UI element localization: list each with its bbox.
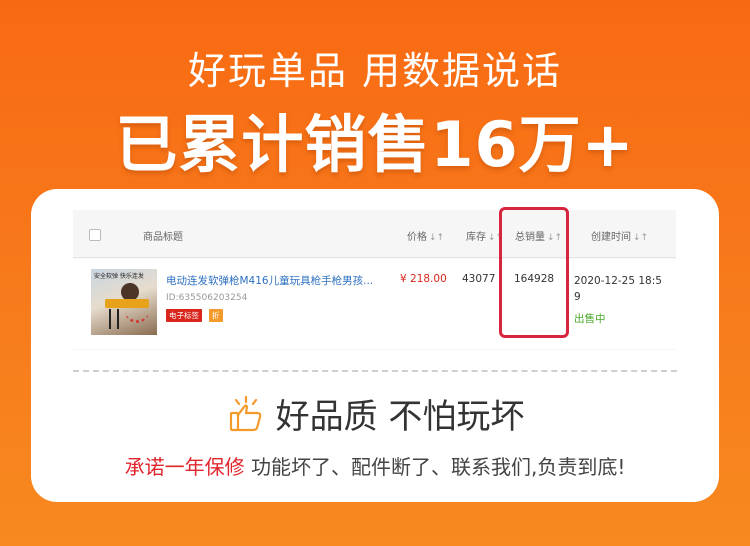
column-title: 商品标题: [143, 228, 183, 243]
thumbnail-toy-gun: [105, 299, 149, 308]
column-price[interactable]: 价格 ↓↑: [407, 228, 444, 243]
product-id: ID:635506203254: [166, 293, 248, 303]
product-thumbnail[interactable]: 安全软弹 快乐连发: [91, 269, 157, 335]
thumbnail-ammo-belt: [125, 309, 149, 323]
sort-icon[interactable]: ↓↑: [429, 233, 444, 243]
table-header: 商品标题 价格 ↓↑ 库存 ↓↑ 总销量 ↓↑ 创建时间 ↓↑: [73, 210, 676, 258]
product-table: 商品标题 价格 ↓↑ 库存 ↓↑ 总销量 ↓↑ 创建时间 ↓↑ 安全软弹 快乐连发: [73, 210, 676, 350]
product-created-time: 2020-12-25 18:59: [574, 275, 662, 303]
banner-headline: 已累计销售16万+: [115, 108, 635, 181]
sort-icon[interactable]: ↓↑: [633, 233, 648, 243]
discount-badge: 折: [209, 309, 223, 322]
column-stock-label: 库存: [466, 232, 486, 243]
product-stock: 43077: [462, 273, 496, 285]
product-title-link[interactable]: 电动连发软弹枪M416儿童玩具枪手枪男孩...: [166, 273, 391, 288]
electronic-tag-badge: 电子标签: [166, 309, 202, 322]
product-status: 出售中: [574, 313, 606, 325]
content-card: 商品标题 价格 ↓↑ 库存 ↓↑ 总销量 ↓↑ 创建时间 ↓↑ 安全软弹 快乐连发: [31, 189, 719, 502]
quality-text: 好品质 不怕玩坏: [275, 397, 525, 437]
column-stock[interactable]: 库存 ↓↑: [466, 228, 503, 243]
column-title-label: 商品标题: [143, 232, 183, 243]
column-created[interactable]: 创建时间 ↓↑: [591, 228, 648, 243]
banner-subtitle: 好玩单品 用数据说话: [187, 49, 563, 93]
column-price-label: 价格: [407, 232, 427, 243]
quality-slogan: 好品质 不怕玩坏: [31, 389, 719, 438]
warranty-detail: 功能坏了、配件断了、联系我们,负责到底!: [244, 455, 626, 479]
thumbnail-caption: 安全软弹 快乐连发: [94, 273, 144, 280]
dashed-divider: [73, 370, 677, 372]
warranty-promise: 承诺一年保修 功能坏了、配件断了、联系我们,负责到底!: [31, 451, 719, 480]
thumbnail-stand: [109, 309, 119, 329]
column-created-label: 创建时间: [591, 232, 631, 243]
select-all-checkbox[interactable]: [89, 229, 101, 241]
product-price: ¥ 218.00: [400, 273, 447, 285]
warranty-highlight: 承诺一年保修: [124, 455, 245, 479]
table-row: 安全软弹 快乐连发 电动连发软弹枪M416儿童玩具枪手枪男孩... ID:635…: [73, 259, 676, 349]
sales-highlight-box: [499, 207, 569, 338]
thumbs-up-icon: [226, 394, 266, 434]
